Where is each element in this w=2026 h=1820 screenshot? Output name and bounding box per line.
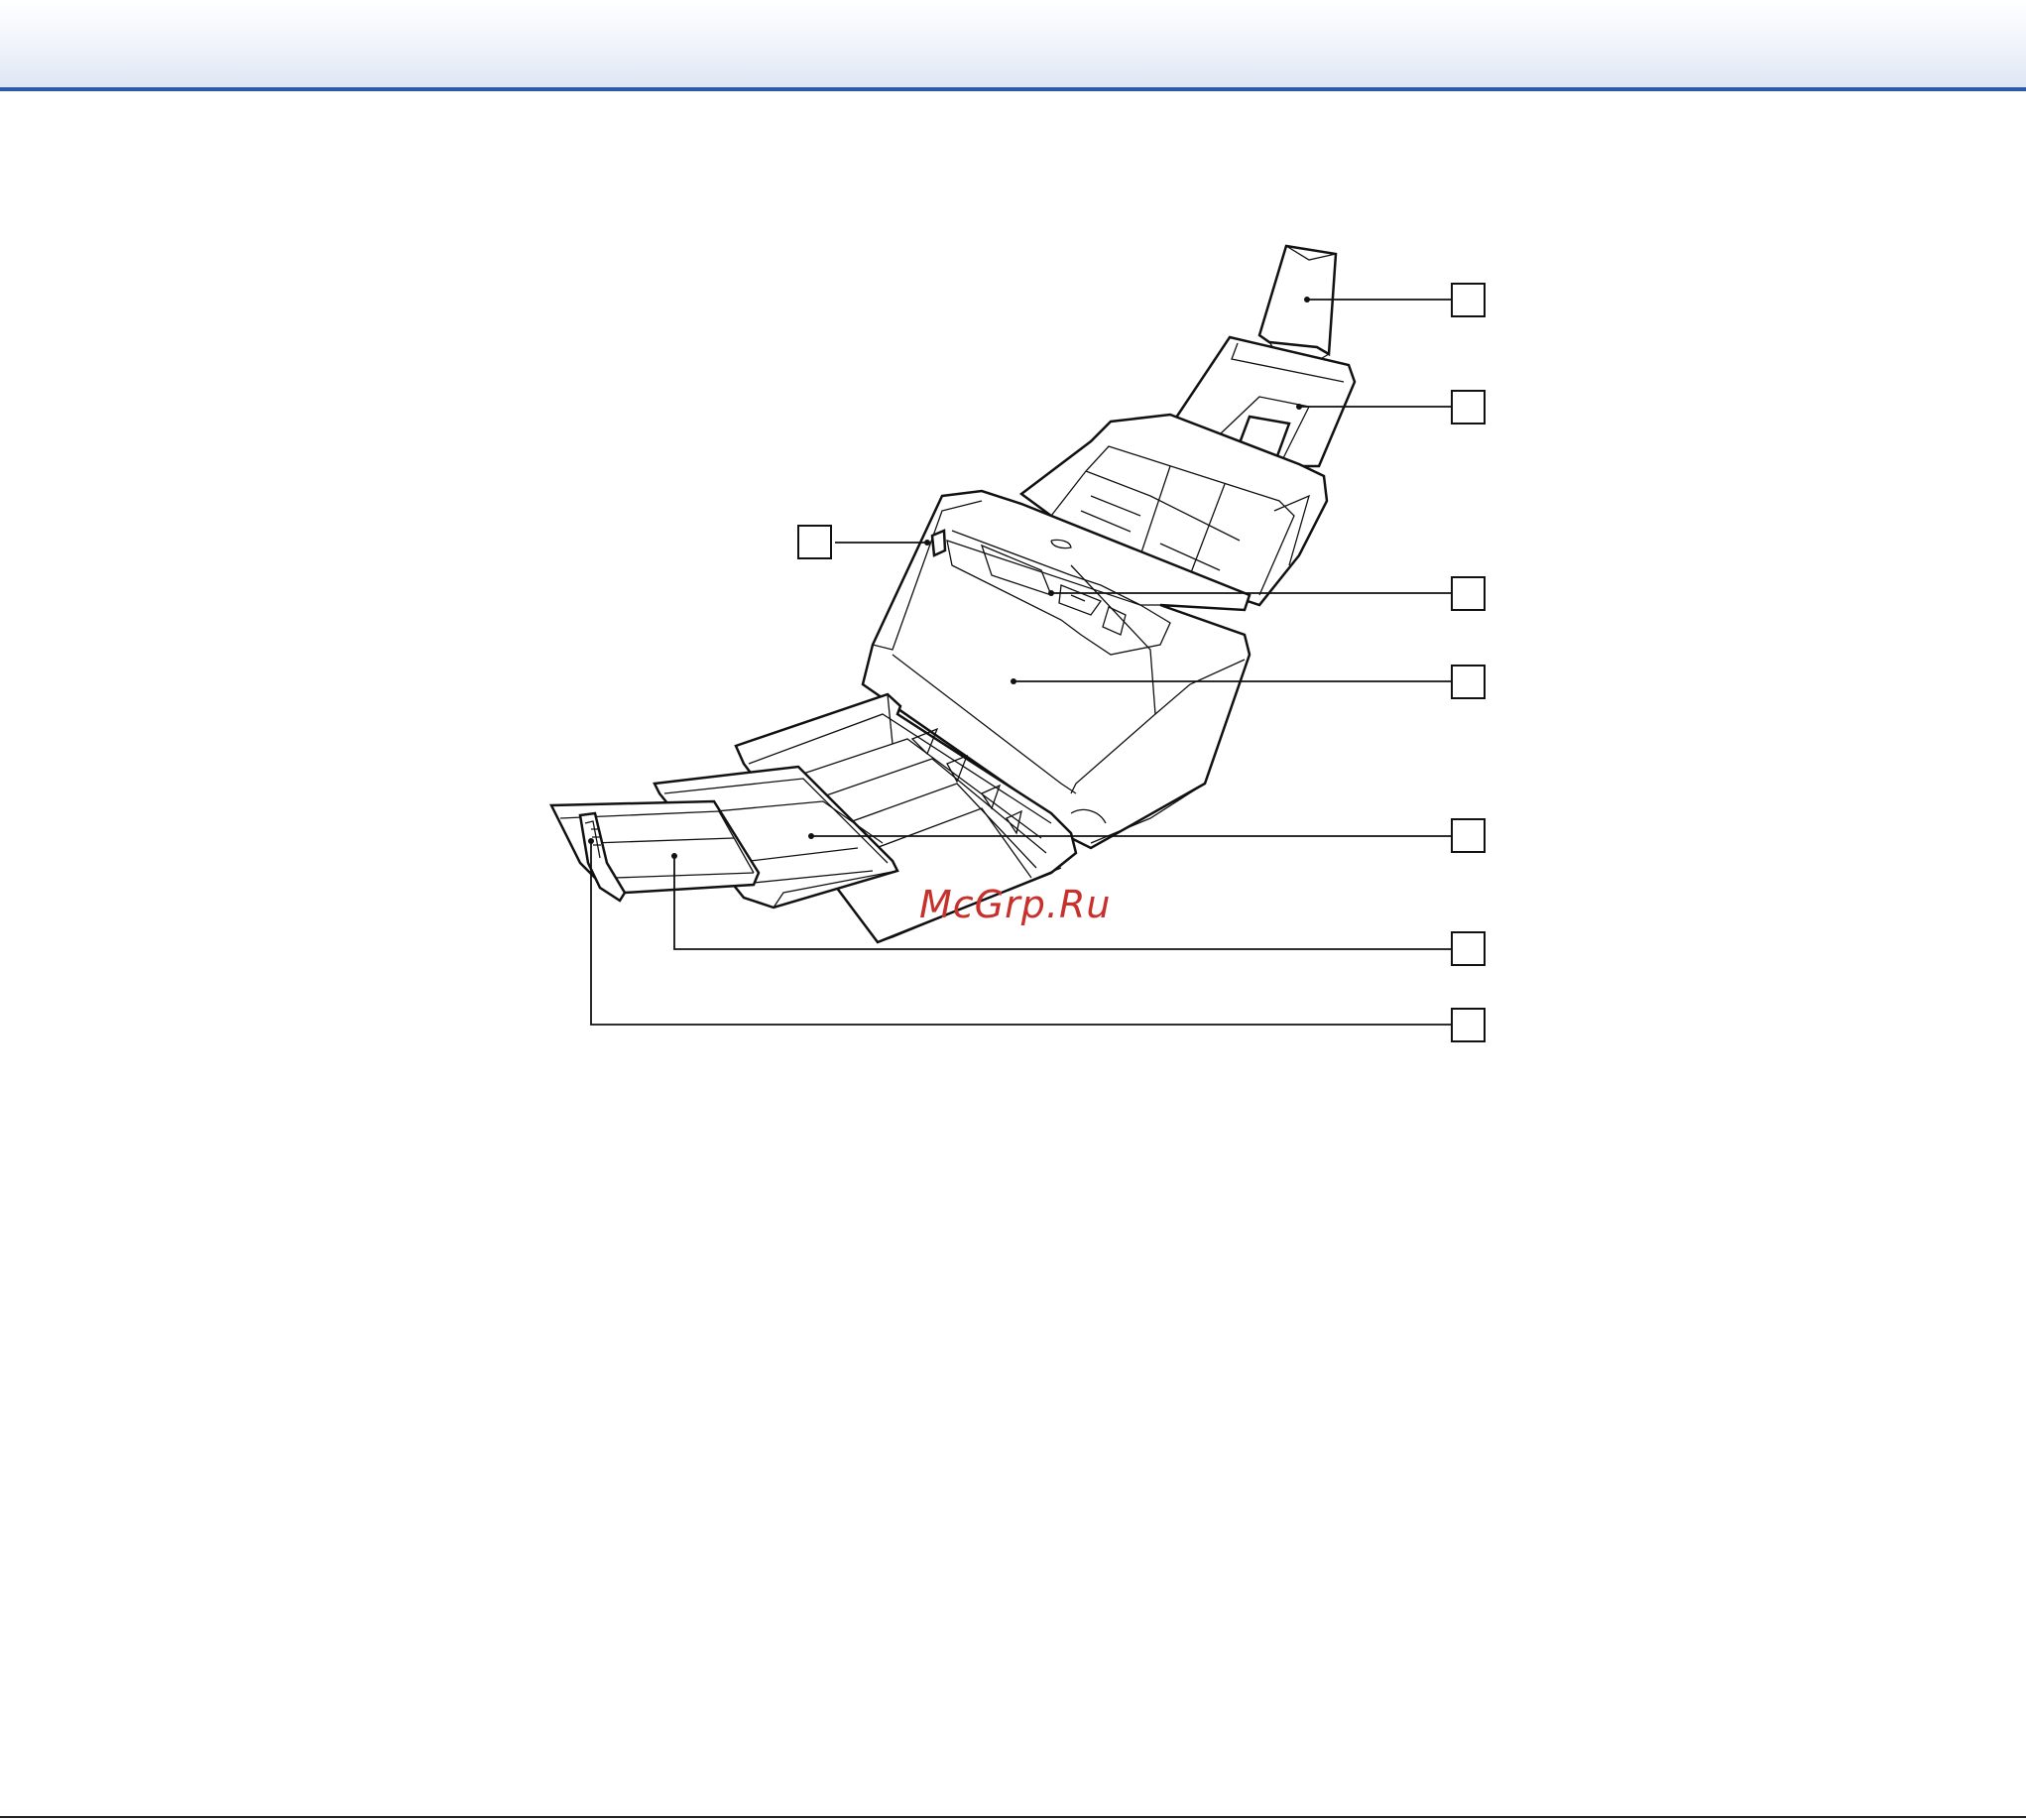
callout-box-5: [1451, 665, 1486, 699]
footer-rule: [0, 1816, 2026, 1818]
callout-box-8: [1451, 1008, 1486, 1042]
watermark-text: McGrp.Ru: [919, 883, 1112, 926]
callout-box-2: [1451, 390, 1486, 425]
callout-box-7: [1451, 931, 1486, 966]
callout-box-3: [797, 525, 832, 559]
callout-box-6: [1451, 818, 1486, 853]
callout-box-1: [1451, 283, 1486, 317]
callout-box-4: [1451, 576, 1486, 611]
feed-tray-extension: [1257, 244, 1338, 362]
